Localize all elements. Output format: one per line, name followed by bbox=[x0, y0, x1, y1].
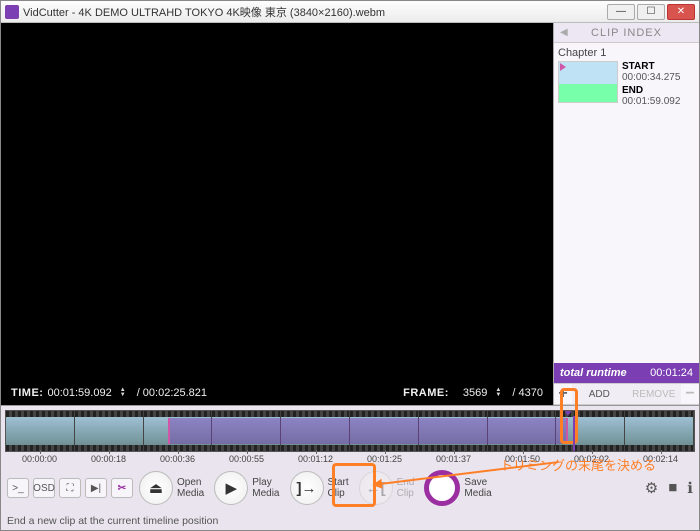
clip-index-header: ◀ CLIP INDEX bbox=[554, 23, 699, 43]
collapse-icon[interactable]: ◀ bbox=[560, 27, 569, 38]
playhead[interactable] bbox=[562, 410, 574, 416]
selection-range[interactable] bbox=[168, 418, 568, 444]
gear-icon[interactable]: ⚙ bbox=[645, 479, 658, 497]
video-area: TIME: 00:01:59.092 ▲▼ / 00:02:25.821 FRA… bbox=[1, 23, 553, 405]
window-title: VidCutter - 4K DEMO ULTRAHD TOKYO 4K映像 東… bbox=[23, 4, 385, 20]
clip-end-label: END bbox=[622, 85, 680, 96]
fullscreen-button[interactable]: ⛶ bbox=[59, 478, 81, 498]
tick-label: 00:01:25 bbox=[350, 454, 419, 464]
tick-label: 00:00:18 bbox=[74, 454, 143, 464]
add-button[interactable]: ADD bbox=[572, 384, 627, 404]
timeline[interactable] bbox=[5, 410, 695, 452]
titlebar[interactable]: VidCutter - 4K DEMO ULTRAHD TOKYO 4K映像 東… bbox=[1, 1, 699, 23]
tick-label: 00:00:00 bbox=[5, 454, 74, 464]
add-plus-icon[interactable]: + bbox=[554, 384, 572, 404]
total-runtime-bar: total runtime 00:01:24 bbox=[554, 363, 699, 383]
remove-minus-icon[interactable]: − bbox=[681, 384, 699, 404]
clip-index-panel: ◀ CLIP INDEX Chapter 1 START 00:00:34.27… bbox=[553, 23, 699, 405]
osd-button[interactable]: OSD bbox=[33, 478, 55, 498]
tick-label: 00:01:12 bbox=[281, 454, 350, 464]
time-stepper[interactable]: ▲▼ bbox=[120, 386, 129, 400]
scissors-button[interactable]: ✂ bbox=[111, 478, 133, 498]
tick-label: 00:00:55 bbox=[212, 454, 281, 464]
info-icon[interactable]: ℹ bbox=[687, 479, 693, 497]
clip-start-label: START bbox=[622, 61, 680, 72]
minimize-button[interactable]: — bbox=[607, 4, 635, 20]
skip-button[interactable]: ▶| bbox=[85, 478, 107, 498]
play-icon: ▶ bbox=[225, 479, 237, 497]
maximize-button[interactable]: ☐ bbox=[637, 4, 665, 20]
app-icon bbox=[5, 5, 19, 19]
time-total: / 00:02:25.821 bbox=[137, 387, 207, 399]
video-info-bar: TIME: 00:01:59.092 ▲▼ / 00:02:25.821 FRA… bbox=[1, 381, 553, 405]
clip-start-value: 00:00:34.275 bbox=[622, 72, 680, 83]
camera-icon[interactable]: ■ bbox=[668, 479, 677, 497]
frame-stepper[interactable]: ▲▼ bbox=[495, 386, 504, 400]
frame-label: FRAME: bbox=[403, 387, 449, 399]
tick-label: 00:00:36 bbox=[143, 454, 212, 464]
frame-total: / 4370 bbox=[512, 387, 543, 399]
time-value: 00:01:59.092 bbox=[47, 387, 111, 399]
clip-end-value: 00:01:59.092 bbox=[622, 96, 680, 107]
status-text: End a new clip at the current timeline p… bbox=[7, 515, 218, 527]
play-media-button[interactable]: ▶ Play Media bbox=[212, 471, 285, 505]
runtime-label: total runtime bbox=[560, 367, 627, 379]
end-clip-button[interactable]: ←[ End Clip bbox=[357, 471, 421, 505]
start-clip-button[interactable]: ]→ Start Clip bbox=[288, 471, 355, 505]
clip-card[interactable]: Chapter 1 START 00:00:34.275 END 00:01:5… bbox=[558, 47, 695, 109]
statusbar: End a new clip at the current timeline p… bbox=[1, 512, 699, 530]
chapter-label: Chapter 1 bbox=[558, 47, 695, 59]
video-canvas[interactable] bbox=[1, 23, 553, 381]
close-button[interactable]: ✕ bbox=[667, 4, 695, 20]
eject-icon: ⏏ bbox=[149, 479, 163, 497]
runtime-value: 00:01:24 bbox=[650, 367, 693, 379]
annotation-text: トリミングの末尾を決める bbox=[500, 455, 656, 474]
open-media-button[interactable]: ⏏ Open Media bbox=[137, 471, 210, 505]
tick-label: 00:01:37 bbox=[419, 454, 488, 464]
terminal-button[interactable]: >_ bbox=[7, 478, 29, 498]
clip-index-title: CLIP INDEX bbox=[591, 27, 662, 39]
clip-thumbnail bbox=[558, 61, 618, 103]
time-label: TIME: bbox=[11, 387, 43, 399]
start-clip-icon: ]→ bbox=[297, 480, 317, 497]
remove-button[interactable]: REMOVE bbox=[627, 384, 682, 404]
frame-value: 3569 bbox=[463, 387, 487, 399]
